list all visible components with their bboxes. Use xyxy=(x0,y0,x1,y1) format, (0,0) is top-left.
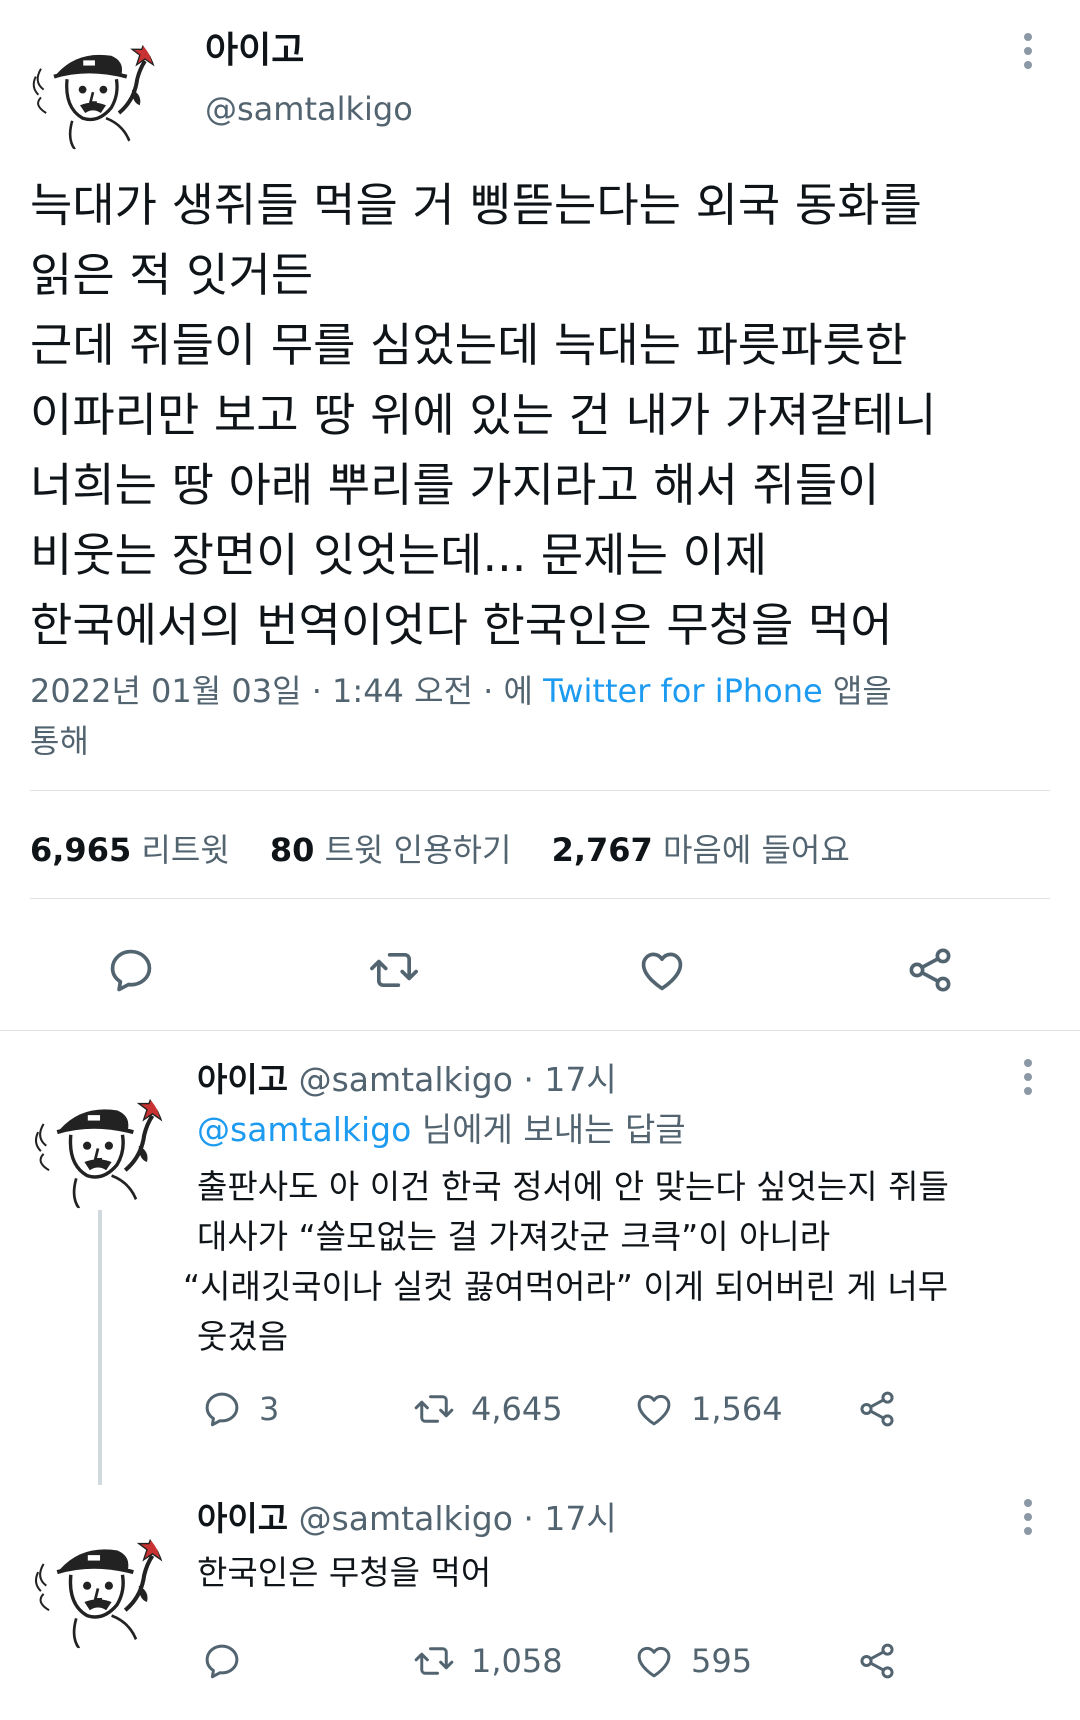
reply-button[interactable] xyxy=(99,938,163,1002)
thread-connector xyxy=(98,1210,102,1485)
like-count: 1,564 xyxy=(691,1390,783,1428)
user-handle[interactable]: @samtalkigo xyxy=(205,88,413,130)
share-button[interactable] xyxy=(856,1384,898,1434)
more-options-icon[interactable] xyxy=(1008,1492,1048,1542)
reply-button[interactable] xyxy=(201,1636,259,1686)
more-options-icon[interactable] xyxy=(1008,1052,1048,1102)
source-suffix-2: 통해 xyxy=(30,722,89,760)
share-button[interactable] xyxy=(856,1636,898,1686)
replying-to-label: 님에게 보내는 답글 xyxy=(421,1110,686,1149)
retweet-button[interactable]: 1,058 xyxy=(413,1636,563,1686)
reply-icon xyxy=(201,1388,243,1430)
user-handle[interactable]: @samtalkigo · 17시 xyxy=(299,1060,617,1099)
avatar[interactable] xyxy=(28,22,158,152)
reply-text: 출판사도 아 이건 한국 정서에 안 맞는다 싶엇는지 쥐들 대사가 “쓸모없는… xyxy=(183,1162,949,1362)
retweet-icon xyxy=(413,1640,455,1682)
retweet-count: 1,058 xyxy=(471,1642,563,1680)
tweet-actions xyxy=(0,938,1080,1008)
engagement-stats: 6,965 리트윗 80 트윗 인용하기 2,767 마음에 들어요 xyxy=(30,828,880,872)
retweet-icon xyxy=(413,1388,455,1430)
more-options-icon[interactable] xyxy=(1008,26,1048,76)
mention-link[interactable]: @samtalkigo xyxy=(197,1110,411,1149)
like-icon xyxy=(633,1640,675,1682)
like-button[interactable] xyxy=(630,938,694,1002)
tweet-text-line: 한국에서의 번역이엇다 한국인은 무청을 먹어 xyxy=(30,598,893,652)
share-button[interactable] xyxy=(898,938,962,1002)
like-button[interactable]: 1,564 xyxy=(633,1384,783,1434)
source-link[interactable]: Twitter for iPhone xyxy=(543,672,823,710)
share-icon xyxy=(856,1640,898,1682)
tweet-text-line: 읽은 적 잇거든 xyxy=(30,248,314,302)
reply-text-line: “시래깃국이나 실컷 끓여먹어라” 이게 되어버린 게 너무 xyxy=(183,1267,949,1306)
replying-to: @samtalkigo 님에게 보내는 답글 xyxy=(197,1108,686,1152)
reply-actions: 1,058 595 xyxy=(0,1636,1080,1686)
retweet-icon xyxy=(368,944,420,996)
retweet-count: 4,645 xyxy=(471,1390,563,1428)
tweet-metadata: 2022년 01월 03일 · 1:44 오전 · 에 Twitter for … xyxy=(30,666,1030,766)
tweet-text-line: 너희는 땅 아래 뿌리를 가지라고 해서 쥐들이 xyxy=(30,458,880,512)
like-count: 595 xyxy=(691,1642,753,1680)
divider xyxy=(30,898,1050,899)
divider xyxy=(30,790,1050,791)
display-name[interactable]: 아이고 xyxy=(197,1499,288,1538)
like-count[interactable]: 2,767 xyxy=(552,831,653,869)
reply-text-line: 대사가 “쓸모없는 걸 가져갓군 크큭”이 아니라 xyxy=(197,1217,831,1256)
reply-text-line: 웃겼음 xyxy=(197,1317,289,1356)
avatar[interactable] xyxy=(30,1075,166,1211)
like-label[interactable]: 마음에 들어요 xyxy=(663,831,850,869)
like-icon xyxy=(636,944,688,996)
quote-count[interactable]: 80 xyxy=(270,831,315,869)
reply-text-line: 한국인은 무청을 먹어 xyxy=(197,1553,492,1592)
share-icon xyxy=(904,944,956,996)
display-name[interactable]: 아이고 xyxy=(197,1060,288,1099)
reply-text: 한국인은 무청을 먹어 xyxy=(197,1548,491,1598)
share-icon xyxy=(856,1388,898,1430)
reply-actions: 3 4,645 1,564 xyxy=(0,1384,1080,1434)
reply-count: 3 xyxy=(259,1390,280,1428)
like-icon xyxy=(633,1388,675,1430)
reply-icon xyxy=(201,1640,243,1682)
divider xyxy=(0,1030,1080,1031)
tweet-text-line: 근데 쥐들이 무를 심었는데 늑대는 파릇파릇한 xyxy=(30,318,908,372)
reply-header: 아이고 @samtalkigo · 17시 xyxy=(197,1497,617,1541)
reply-icon xyxy=(105,944,157,996)
retweet-button[interactable] xyxy=(362,938,426,1002)
avatar[interactable] xyxy=(30,1515,166,1651)
quote-label[interactable]: 트윗 인용하기 xyxy=(325,831,512,869)
user-handle[interactable]: @samtalkigo · 17시 xyxy=(299,1499,617,1538)
reply-header: 아이고 @samtalkigo · 17시 xyxy=(197,1058,617,1102)
display-name[interactable]: 아이고 xyxy=(205,28,304,74)
tweet-text-line: 비웃는 장면이 잇엇는데... 문제는 이제 xyxy=(30,528,768,582)
like-button[interactable]: 595 xyxy=(633,1636,752,1686)
retweet-count[interactable]: 6,965 xyxy=(30,831,131,869)
retweet-label[interactable]: 리트윗 xyxy=(141,831,229,869)
tweet-text-line: 이파리만 보고 땅 위에 있는 건 내가 가져갈테니 xyxy=(30,388,937,442)
reply-text-line: 출판사도 아 이건 한국 정서에 안 맞는다 싶엇는지 쥐들 xyxy=(197,1167,949,1206)
tweet-text-line: 늑대가 생쥐들 먹을 거 삥뜯는다는 외국 동화를 xyxy=(30,178,922,232)
source-suffix: 앱을 xyxy=(832,672,892,710)
retweet-button[interactable]: 4,645 xyxy=(413,1384,563,1434)
reply-button[interactable]: 3 xyxy=(201,1384,279,1434)
timestamp[interactable]: 2022년 01월 03일 · 1:44 오전 · 에 xyxy=(30,672,533,710)
tweet-text: 늑대가 생쥐들 먹을 거 삥뜯는다는 외국 동화를 읽은 적 잇거든 근데 쥐들… xyxy=(30,170,1060,660)
